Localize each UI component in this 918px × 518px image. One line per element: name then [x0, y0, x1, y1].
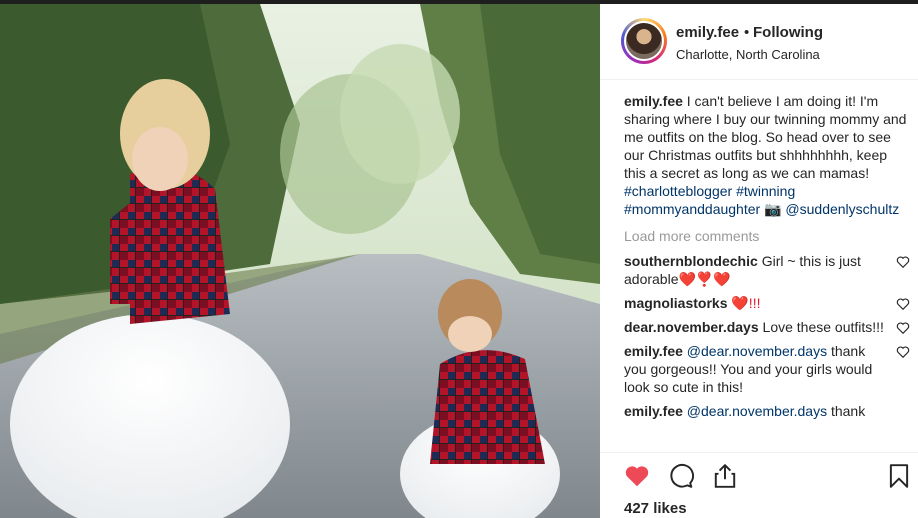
avatar[interactable] [624, 21, 664, 61]
comment-username[interactable]: magnoliastorks [624, 295, 727, 311]
comment-item: dear.november.days Love these outfits!!! [624, 318, 910, 336]
action-bar [600, 452, 918, 492]
likes-count[interactable]: 427 likes [624, 500, 687, 517]
comment-text: thank [830, 403, 866, 419]
heart-outline-icon[interactable] [896, 345, 910, 359]
caption-username[interactable]: emily.fee [624, 93, 683, 109]
bookmark-icon[interactable] [886, 463, 912, 489]
comment-item: emily.fee @dear.november.days thank you … [624, 342, 910, 396]
header-separator: • [744, 24, 750, 41]
comment-username[interactable]: emily.fee [624, 403, 683, 419]
comment-username[interactable]: southernblondechic [624, 253, 758, 269]
comment-mention[interactable]: @dear.november.days [687, 403, 827, 419]
post-photo[interactable] [0, 4, 600, 518]
comment-emoji: ❤️!!! [731, 295, 761, 311]
post-header: emily.fee • Following Charlotte, North C… [600, 4, 918, 80]
mention-link[interactable]: @suddenlyschultz [785, 201, 899, 217]
comment-item: emily.fee @dear.november.days thank [624, 402, 910, 420]
caption: emily.fee I can't believe I am doing it!… [624, 92, 910, 218]
comment-text: Love these outfits!!! [762, 319, 884, 335]
heart-outline-icon[interactable] [896, 297, 910, 311]
comment-mention[interactable]: @dear.november.days [687, 343, 827, 359]
heart-outline-icon[interactable] [896, 321, 910, 335]
heart-outline-icon[interactable] [896, 255, 910, 269]
hashtag-link[interactable]: #charlotteblogger [624, 183, 732, 199]
share-icon[interactable] [712, 463, 738, 489]
location-link[interactable]: Charlotte, North Carolina [676, 47, 820, 62]
hashtag-link[interactable]: #twinning [736, 183, 795, 199]
comment-username[interactable]: emily.fee [624, 343, 683, 359]
comment-username[interactable]: dear.november.days [624, 319, 759, 335]
load-more-comments-button[interactable]: Load more comments [624, 226, 910, 246]
comment-item: magnoliastorks ❤️!!! [624, 294, 910, 312]
post-side-panel: emily.fee • Following Charlotte, North C… [600, 4, 918, 518]
comment-emoji: ❤️❣️❤️ [678, 271, 731, 287]
hashtag-link[interactable]: #mommyanddaughter [624, 201, 760, 217]
comment-item: southernblondechic Girl ~ this is just a… [624, 252, 910, 288]
following-button[interactable]: Following [753, 24, 823, 41]
photo-illustration [0, 4, 600, 518]
camera-emoji: 📷 [764, 201, 782, 217]
comments-list[interactable]: emily.fee I can't believe I am doing it!… [624, 92, 910, 452]
avatar-story-ring[interactable] [621, 18, 667, 64]
comment-bubble-icon[interactable] [668, 463, 694, 489]
heart-filled-icon[interactable] [624, 463, 650, 489]
header-username[interactable]: emily.fee [676, 24, 739, 41]
